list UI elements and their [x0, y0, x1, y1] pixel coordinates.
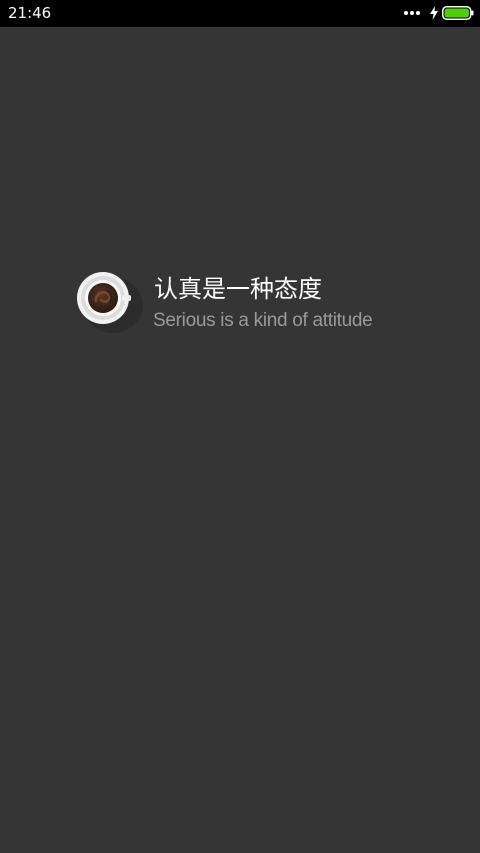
splash-title: 认真是一种态度 — [154, 275, 322, 303]
status-bar: 21:46 — [0, 0, 480, 27]
coffee-cup-icon — [77, 272, 143, 333]
charging-bolt-icon — [430, 6, 438, 20]
more-dots-icon — [402, 11, 420, 15]
status-time: 21:46 — [8, 4, 52, 22]
splash-subtitle: Serious is a kind of attitude — [153, 310, 373, 331]
splash-content: 认真是一种态度 Serious is a kind of attitude — [77, 271, 417, 351]
battery-icon — [442, 6, 474, 20]
status-icons — [402, 5, 474, 21]
